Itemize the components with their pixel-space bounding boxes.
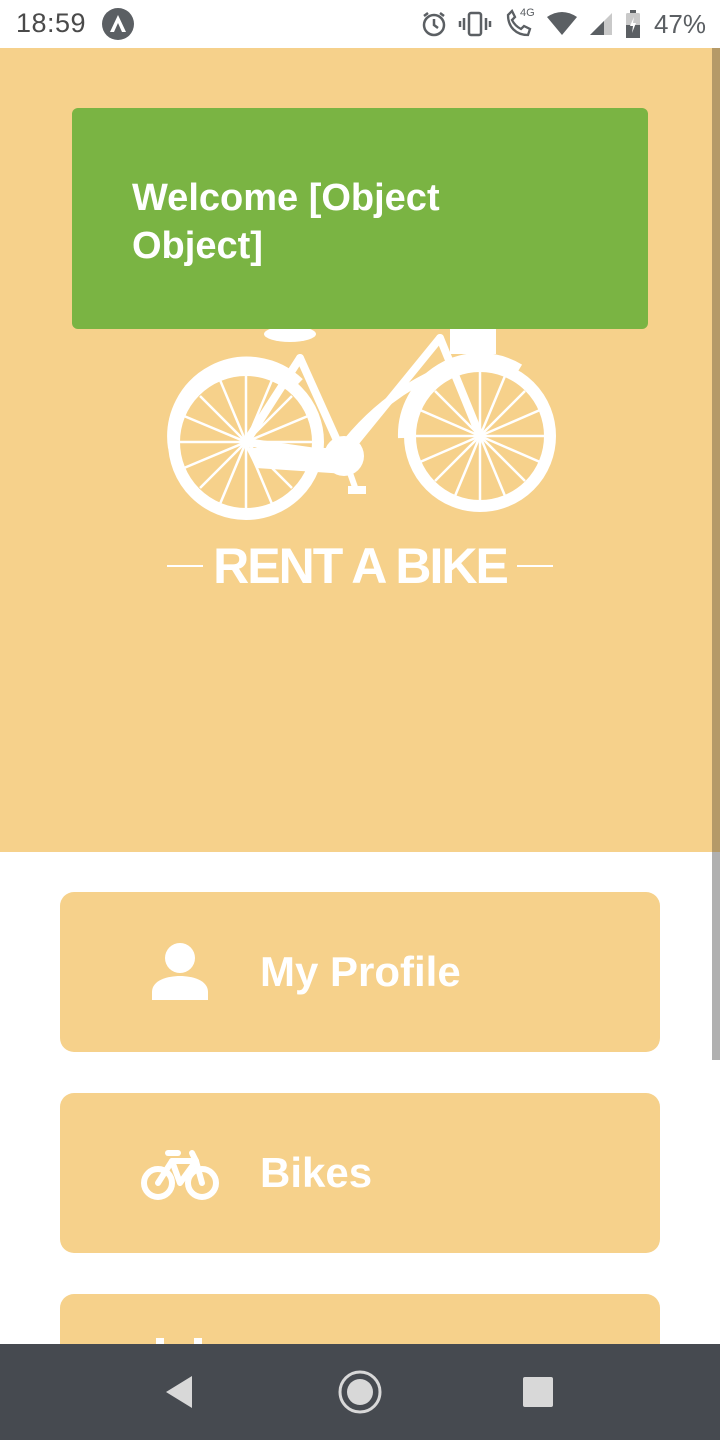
menu-item-partial[interactable] [60,1294,660,1344]
back-icon[interactable] [156,1368,204,1416]
brand-logo: RENT A BIKE [0,538,720,594]
welcome-toast: Welcome [Object Object] [72,108,648,329]
bike-illustration [167,326,556,520]
vibrate-icon [458,10,492,38]
signal-icon [588,11,614,37]
main-menu: My Profile Bikes [0,852,720,1344]
wifi-icon [546,11,578,37]
system-nav-bar [0,1344,720,1440]
status-bar: 18:59 4G 47% [0,0,720,48]
brand-title: RENT A BIKE [213,538,509,594]
home-icon[interactable] [336,1368,384,1416]
app-notification-icon [102,8,134,40]
call-4g-icon: 4G [502,7,536,39]
my-profile-label: My Profile [260,948,461,995]
brand-divider-right [516,565,553,567]
welcome-message: Welcome [Object Object] [132,177,440,267]
recents-icon[interactable] [514,1368,562,1416]
battery-icon [624,9,642,39]
partial-icon [156,1338,202,1344]
hero-scrollbar [712,48,720,852]
bikes-button[interactable]: Bikes [60,1093,660,1253]
menu-scrollbar[interactable] [712,852,720,1060]
brand-divider-left [167,565,204,567]
bikes-label: Bikes [260,1149,373,1196]
my-profile-button[interactable]: My Profile [60,892,660,1052]
bike-icon [141,1150,219,1200]
alarm-icon [420,10,448,38]
hero-banner: Welcome [Object Object] RENT A BIKE [0,48,720,852]
battery-percent: 47% [653,8,706,39]
status-icons: 4G 47% [420,6,706,42]
status-time: 18:59 [16,8,87,38]
network-type: 4G [519,7,535,19]
person-icon [152,943,208,1000]
